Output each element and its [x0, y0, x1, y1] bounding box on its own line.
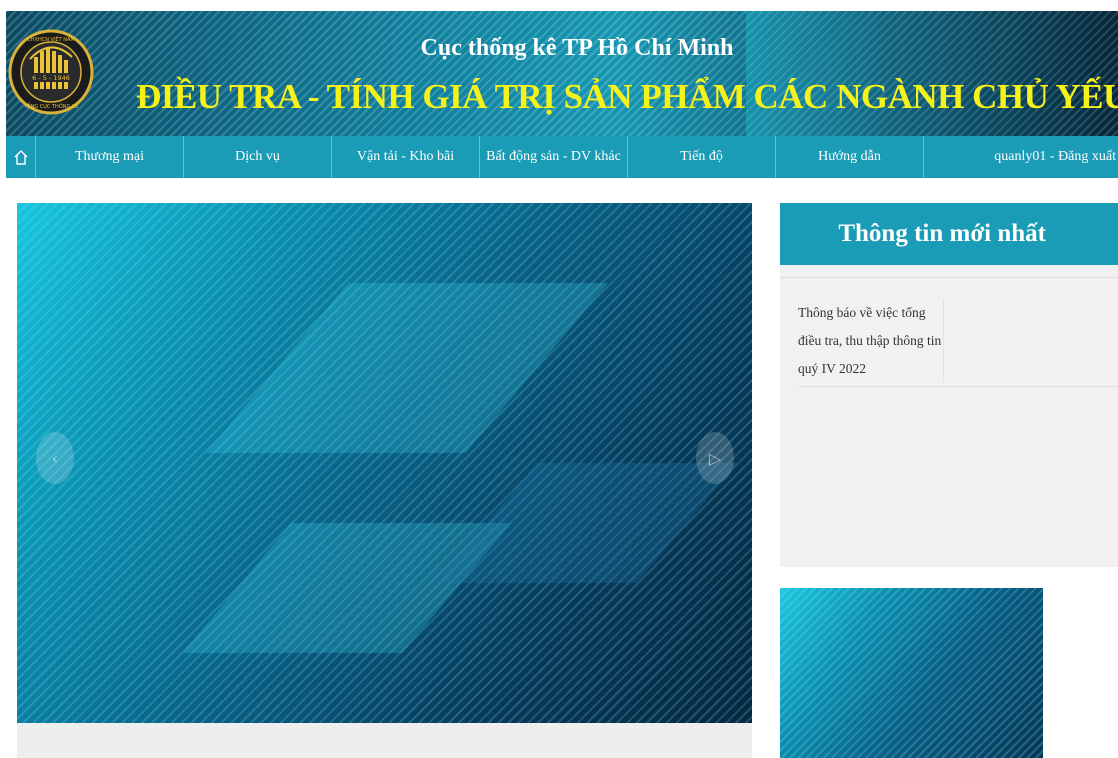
agency-name: Cục thống kê TP Hồ Chí Minh	[420, 35, 734, 61]
news-item[interactable]: Thông báo về việc tổng điều tra, thu thậ…	[798, 299, 944, 383]
svg-text:TỔNG CỤC THỐNG KÊ: TỔNG CỤC THỐNG KÊ	[23, 102, 79, 110]
nav-item-van-tai[interactable]: Vận tải - Kho bãi	[332, 136, 480, 178]
gso-logo: 6 - 5 - 1946 CHXHCN VIỆT NAM TỔNG CỤC TH…	[8, 29, 94, 115]
home-icon	[14, 149, 27, 165]
header-banner: 6 - 5 - 1946 CHXHCN VIỆT NAM TỔNG CỤC TH…	[6, 11, 1118, 136]
divider	[798, 386, 1118, 387]
image-slider	[17, 203, 752, 723]
nav-item-bat-dong-san[interactable]: Bất động sản - DV khác	[480, 136, 628, 178]
divider	[780, 277, 1118, 278]
slider-caption-bar	[17, 723, 752, 758]
slider-next-button[interactable]: ▷	[696, 432, 734, 484]
nav-item-huong-dan[interactable]: Hướng dẫn	[776, 136, 924, 178]
nav-home[interactable]	[6, 136, 36, 178]
news-panel: Thông tin mới nhất Thông báo về việc tổn…	[780, 203, 1118, 567]
user-logout-link[interactable]: quanly01 - Đăng xuất	[924, 136, 1118, 178]
svg-text:6 - 5 - 1946: 6 - 5 - 1946	[32, 74, 70, 82]
slider-decoration	[182, 523, 512, 653]
chevron-left-icon: ‹	[51, 448, 59, 468]
nav-item-dich-vu[interactable]: Dịch vụ	[184, 136, 332, 178]
page-title: ĐIỀU TRA - TÍNH GIÁ TRỊ SẢN PHẨM CÁC NGÀ…	[136, 77, 1118, 116]
news-panel-title: Thông tin mới nhất	[780, 203, 1118, 265]
nav-item-tien-do[interactable]: Tiến độ	[628, 136, 776, 178]
slider-decoration	[205, 283, 609, 453]
nav-item-thuong-mai[interactable]: Thương mại	[36, 136, 184, 178]
side-image	[780, 588, 1043, 758]
slider-prev-button[interactable]: ‹	[36, 432, 74, 484]
chevron-right-icon: ▷	[708, 448, 722, 468]
main-nav: Thương mại Dịch vụ Vận tải - Kho bãi Bất…	[6, 136, 1118, 178]
